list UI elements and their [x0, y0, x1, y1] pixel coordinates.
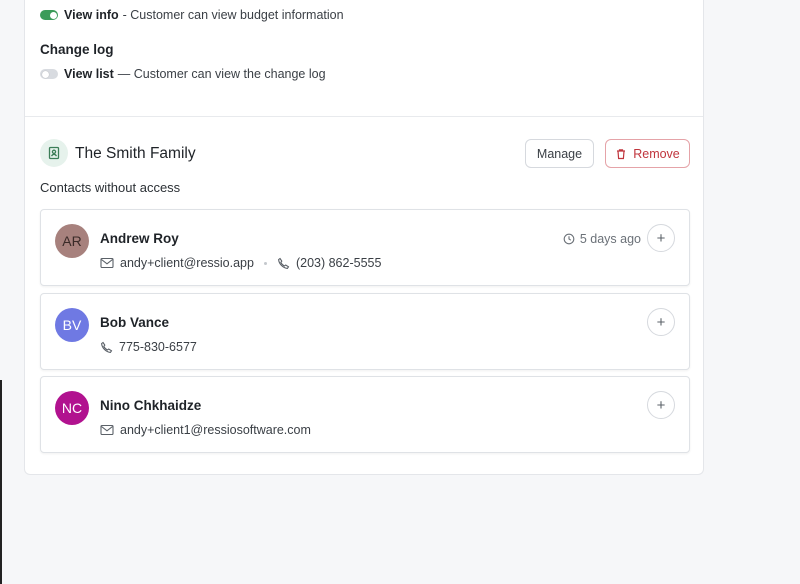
phone-icon [277, 257, 290, 269]
contact-name: Bob Vance [100, 315, 170, 330]
permission-name: View info [64, 8, 119, 22]
contact-email[interactable]: andy+client1@ressiosoftware.com [120, 423, 311, 437]
permission-name: View list [64, 67, 114, 81]
add-access-button[interactable]: + [647, 308, 675, 336]
group-title: The Smith Family [75, 145, 196, 162]
plus-icon: + [656, 313, 666, 331]
contact-name: Andrew Roy [100, 231, 179, 246]
contact-card: BV Bob Vance + 775-830-6577 [40, 293, 690, 370]
view-list-toggle[interactable] [40, 69, 58, 79]
permission-desc: — Customer can view the change log [117, 67, 326, 81]
customer-access-panel: View info - Customer can view budget inf… [24, 0, 704, 475]
contact-details: andy+client1@ressiosoftware.com [100, 423, 311, 437]
remove-button-label: Remove [633, 146, 680, 161]
change-log-heading: Change log [40, 42, 114, 57]
permission-desc: - Customer can view budget information [122, 8, 344, 22]
plus-icon: + [656, 229, 666, 247]
contact-card: NC Nino Chkhaidze + andy+client1@ressios… [40, 376, 690, 453]
contact-phone[interactable]: 775-830-6577 [119, 340, 197, 354]
add-access-button[interactable]: + [647, 224, 675, 252]
contact-phone[interactable]: (203) 862-5555 [296, 256, 381, 270]
permission-view-info: View info - Customer can view budget inf… [40, 8, 344, 22]
mail-icon [100, 257, 114, 269]
permission-view-list: View list — Customer can view the change… [40, 67, 326, 81]
contacts-without-access-heading: Contacts without access [40, 180, 181, 195]
window-edge [0, 380, 2, 584]
avatar: AR [55, 224, 89, 258]
avatar: NC [55, 391, 89, 425]
last-seen-text: 5 days ago [579, 232, 641, 246]
remove-button[interactable]: Remove [605, 139, 690, 168]
section-divider [25, 116, 703, 117]
trash-icon [617, 148, 626, 159]
contact-book-icon [40, 139, 68, 167]
last-seen: 5 days ago [563, 232, 641, 246]
contact-card: AR Andrew Roy 5 days ago + andy+client@r… [40, 209, 690, 286]
contact-details: andy+client@ressio.app (203) 862-5555 [100, 256, 381, 270]
mail-icon [100, 424, 114, 436]
plus-icon: + [656, 396, 666, 414]
clock-icon [563, 233, 575, 245]
manage-button[interactable]: Manage [525, 139, 594, 168]
contact-email[interactable]: andy+client@ressio.app [120, 256, 254, 270]
view-info-toggle[interactable] [40, 10, 58, 20]
contact-name: Nino Chkhaidze [100, 398, 202, 413]
contact-details: 775-830-6577 [100, 340, 197, 354]
manage-button-label: Manage [536, 146, 583, 161]
phone-icon [101, 341, 113, 353]
separator-dot [263, 261, 267, 265]
add-access-button[interactable]: + [647, 391, 675, 419]
avatar: BV [55, 308, 89, 342]
